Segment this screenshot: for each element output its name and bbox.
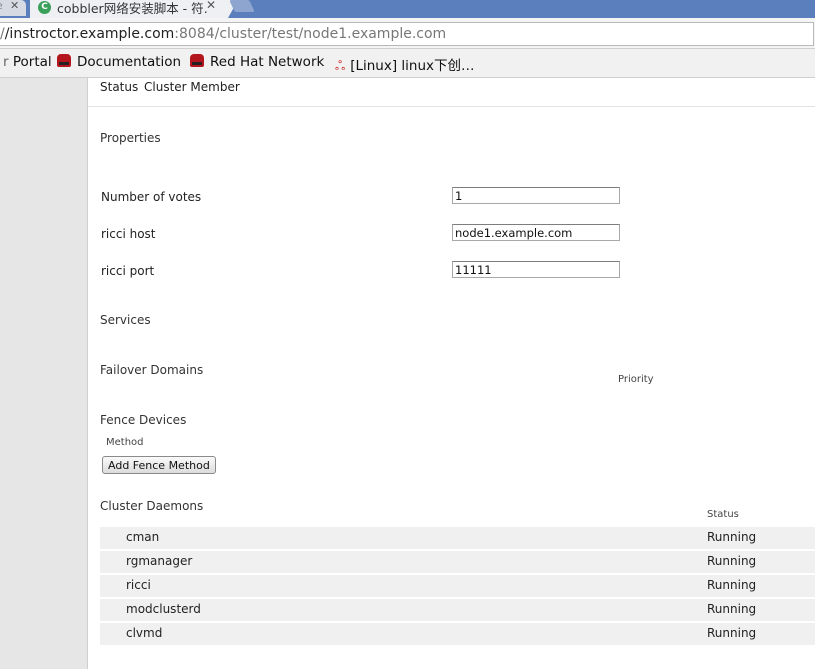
ricci-port-input[interactable] <box>452 261 620 278</box>
bookmark-red-hat-network[interactable]: Red Hat Network <box>190 54 324 70</box>
daemon-row-ricci: ricci Running <box>100 575 815 597</box>
url-host: /instroctor.example.com <box>4 26 175 42</box>
ricci-port-label: ricci port <box>101 264 155 278</box>
daemon-status: Running <box>707 554 757 568</box>
tab-previous-title: e <box>0 0 3 12</box>
toolbar: //instroctor.example.com:8084/cluster/te… <box>0 18 815 49</box>
close-icon[interactable]: ✕ <box>10 0 19 12</box>
weibo-icon: ஃ <box>335 59 346 74</box>
tab-title: cobbler网络安装脚本 - 符… <box>57 1 207 16</box>
url-text: //instroctor.example.com:8084/cluster/te… <box>0 26 446 42</box>
daemon-name: rgmanager <box>126 554 193 568</box>
address-bar[interactable]: //instroctor.example.com:8084/cluster/te… <box>0 22 814 46</box>
tab-strip: e ✕ C cobbler网络安装脚本 - 符… ✕ <box>0 0 815 18</box>
cluster-daemons-heading: Cluster Daemons <box>100 499 204 513</box>
services-heading: Services <box>100 313 151 327</box>
fence-devices-heading: Fence Devices <box>100 413 187 427</box>
daemon-row-cman: cman Running <box>100 527 815 549</box>
bookmark-label: Portal <box>12 54 52 70</box>
daemon-status: Running <box>707 530 757 544</box>
daemon-name: modclusterd <box>126 602 201 616</box>
redhat-icon <box>190 54 204 67</box>
daemon-status: Running <box>707 602 757 616</box>
votes-label: Number of votes <box>101 190 202 204</box>
properties-heading: Properties <box>100 131 161 145</box>
bookmark-label: Documentation <box>77 54 182 70</box>
daemon-status-column-header: Status <box>707 509 739 520</box>
bookmark-documentation[interactable]: Documentation <box>57 54 181 70</box>
priority-column-header: Priority <box>618 374 654 385</box>
method-column-header: Method <box>106 437 144 448</box>
url-path: :8084/cluster/test/node1.example.com <box>174 26 447 42</box>
tab-active[interactable]: C cobbler网络安装脚本 - 符… ✕ <box>30 0 238 18</box>
daemon-status: Running <box>707 578 757 592</box>
bookmarks-bar: r Portal Documentation Red Hat Network ஃ… <box>0 49 815 78</box>
tab-previous[interactable]: e ✕ <box>0 0 26 16</box>
status-value: Cluster Member <box>144 80 240 94</box>
cobbler-favicon-icon: C <box>38 1 51 14</box>
bookmark-portal[interactable]: r Portal <box>3 54 52 70</box>
ricci-host-label: ricci host <box>101 227 156 241</box>
new-tab-button[interactable] <box>229 0 255 12</box>
daemon-name: cman <box>126 530 160 544</box>
daemon-status: Running <box>707 626 757 640</box>
failover-domains-heading: Failover Domains <box>100 363 204 377</box>
left-sidebar <box>0 78 88 669</box>
bookmark-label: [Linux] linux下创… <box>350 58 475 74</box>
daemon-row-modclusterd: modclusterd Running <box>100 599 815 621</box>
add-fence-method-button[interactable]: Add Fence Method <box>102 456 216 474</box>
daemon-row-clvmd: clvmd Running <box>100 623 815 645</box>
status-label: Status <box>100 80 139 94</box>
daemon-name: clvmd <box>126 626 163 640</box>
divider <box>88 106 815 107</box>
ricci-host-input[interactable] <box>452 224 620 241</box>
votes-input[interactable] <box>452 187 620 204</box>
daemon-row-rgmanager: rgmanager Running <box>100 551 815 573</box>
node-details-panel: Status Cluster Member Properties Number … <box>88 78 815 669</box>
daemon-name: ricci <box>126 578 151 592</box>
redhat-icon <box>57 54 71 67</box>
bookmark-linux[interactable]: ஃ [Linux] linux下创… <box>335 54 475 75</box>
close-icon[interactable]: ✕ <box>206 0 216 12</box>
bookmark-label: Red Hat Network <box>210 54 325 70</box>
